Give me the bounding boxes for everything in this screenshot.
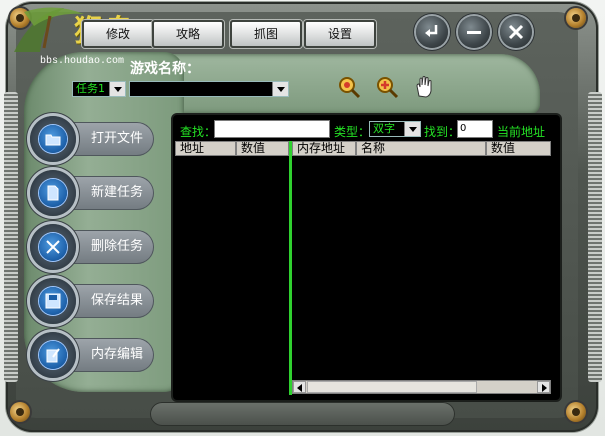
type-select-value: 双字 [373, 122, 395, 135]
back-button[interactable] [416, 16, 448, 48]
delete-task-label: 删除任务 [90, 239, 143, 254]
col-header-value-right[interactable]: 数值 [486, 141, 551, 156]
horizontal-scrollbar[interactable] [292, 380, 551, 394]
tab-settings[interactable]: 设置 [304, 20, 376, 48]
app-window: 猴岛 bbs.houdao.com 修改 攻略 抓图 设置 游戏名称： 任务1 [0, 0, 605, 436]
tab-capture[interactable]: 抓图 [230, 20, 302, 48]
screw-icon [10, 402, 30, 422]
pill-circle [30, 278, 76, 324]
col-header-value[interactable]: 数值 [236, 141, 289, 156]
game-name-label: 游戏名称： [130, 61, 200, 77]
scroll-left-icon[interactable] [293, 381, 306, 393]
memory-edit-label: 内存编辑 [90, 347, 143, 362]
close-icon [508, 24, 524, 40]
bottom-decor-bar [150, 402, 455, 426]
tab-modify[interactable]: 修改 [82, 20, 154, 48]
open-file-button[interactable]: 打开文件 [30, 116, 158, 162]
delete-task-button[interactable]: 删除任务 [30, 224, 158, 270]
left-rib-decor [4, 92, 18, 382]
edit-icon [39, 341, 67, 369]
screw-icon [566, 402, 586, 422]
pill-circle [30, 332, 76, 378]
folder-icon [39, 125, 67, 153]
zoom-search-icon[interactable] [336, 74, 362, 100]
zoom-in-icon[interactable] [374, 74, 400, 100]
col-header-name[interactable]: 名称 [356, 141, 486, 156]
type-select[interactable]: 双字 [369, 121, 421, 137]
task-select-value: 任务1 [76, 82, 105, 95]
logo-url: bbs.houdao.com [40, 56, 125, 67]
new-task-button[interactable]: 新建任务 [30, 170, 158, 216]
scroll-thumb[interactable] [307, 381, 477, 393]
memory-edit-button[interactable]: 内存编辑 [30, 332, 158, 378]
hand-icon[interactable] [412, 74, 438, 100]
save-result-button[interactable]: 保存结果 [30, 278, 158, 324]
close-button[interactable] [500, 16, 532, 48]
col-header-address[interactable]: 地址 [175, 141, 236, 156]
pill-circle [30, 116, 76, 162]
minus-icon [467, 31, 481, 34]
chevron-down-icon[interactable] [404, 122, 420, 136]
disk-icon [39, 287, 67, 315]
delete-icon [39, 233, 67, 261]
scroll-right-icon[interactable] [537, 381, 550, 393]
right-rib-decor [588, 92, 602, 382]
found-count-field[interactable]: 0 [457, 120, 493, 138]
right-result-list[interactable] [292, 157, 551, 379]
pill-circle [30, 224, 76, 270]
found-label: 找到： [424, 125, 461, 139]
chevron-down-icon[interactable] [272, 82, 288, 96]
new-file-icon [39, 179, 67, 207]
save-result-label: 保存结果 [90, 293, 143, 308]
new-task-label: 新建任务 [90, 185, 143, 200]
search-label: 查找： [180, 125, 217, 139]
open-file-label: 打开文件 [90, 131, 143, 146]
chevron-down-icon[interactable] [109, 82, 125, 96]
left-result-list[interactable] [175, 157, 289, 393]
tab-guide[interactable]: 攻略 [152, 20, 224, 48]
screw-icon [566, 8, 586, 28]
pill-circle [30, 170, 76, 216]
current-address-label[interactable]: 当前地址 [497, 123, 545, 140]
enter-arrow-icon [425, 25, 438, 37]
game-select[interactable] [129, 81, 289, 97]
minimize-button[interactable] [458, 16, 490, 48]
type-label: 类型： [334, 125, 371, 139]
task-select[interactable]: 任务1 [72, 81, 126, 97]
col-header-memory-address[interactable]: 内存地址 [292, 141, 356, 156]
search-input[interactable] [214, 120, 330, 138]
